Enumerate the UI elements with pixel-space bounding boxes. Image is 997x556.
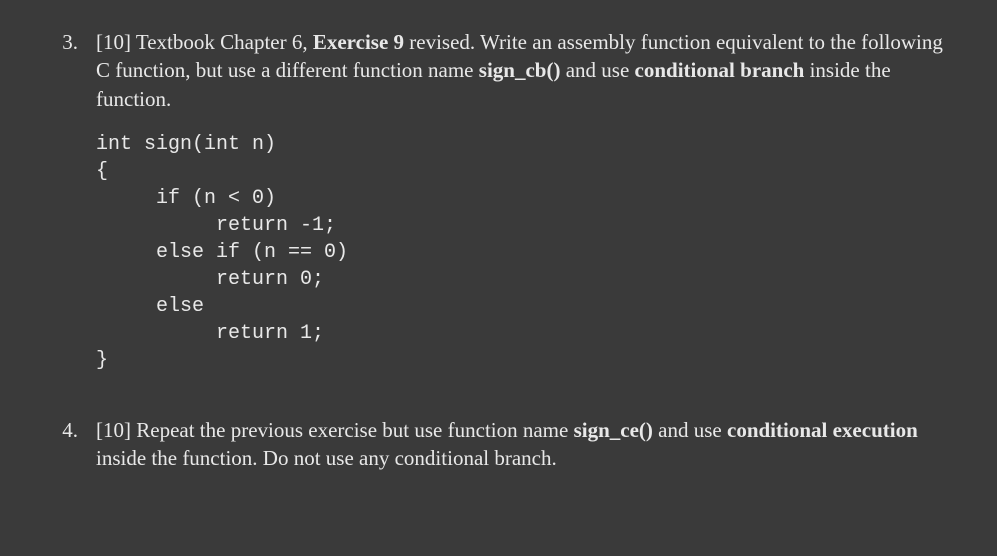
emphasis-term: conditional branch xyxy=(635,58,805,82)
question-number: 3. xyxy=(48,28,78,374)
question-body: [10] Textbook Chapter 6, Exercise 9 revi… xyxy=(78,28,949,374)
question-3: 3. [10] Textbook Chapter 6, Exercise 9 r… xyxy=(48,28,949,374)
code-block: int sign(int n) { if (n < 0) return -1; … xyxy=(96,131,949,374)
question-3-prose: [10] Textbook Chapter 6, Exercise 9 revi… xyxy=(96,28,949,113)
question-4-prose: [10] Repeat the previous exercise but us… xyxy=(96,416,949,473)
question-body: [10] Repeat the previous exercise but us… xyxy=(78,416,949,491)
text-segment: inside the function. Do not use any cond… xyxy=(96,446,557,470)
function-name: sign_ce() xyxy=(574,418,653,442)
question-4: 4. [10] Repeat the previous exercise but… xyxy=(48,416,949,491)
text-segment: and use xyxy=(560,58,634,82)
text-segment: [10] Repeat the previous exercise but us… xyxy=(96,418,574,442)
exercise-ref: Exercise 9 xyxy=(313,30,404,54)
question-number: 4. xyxy=(48,416,78,491)
emphasis-term: conditional execution xyxy=(727,418,918,442)
function-name: sign_cb() xyxy=(479,58,561,82)
text-segment: [10] Textbook Chapter 6, xyxy=(96,30,313,54)
text-segment: and use xyxy=(653,418,727,442)
